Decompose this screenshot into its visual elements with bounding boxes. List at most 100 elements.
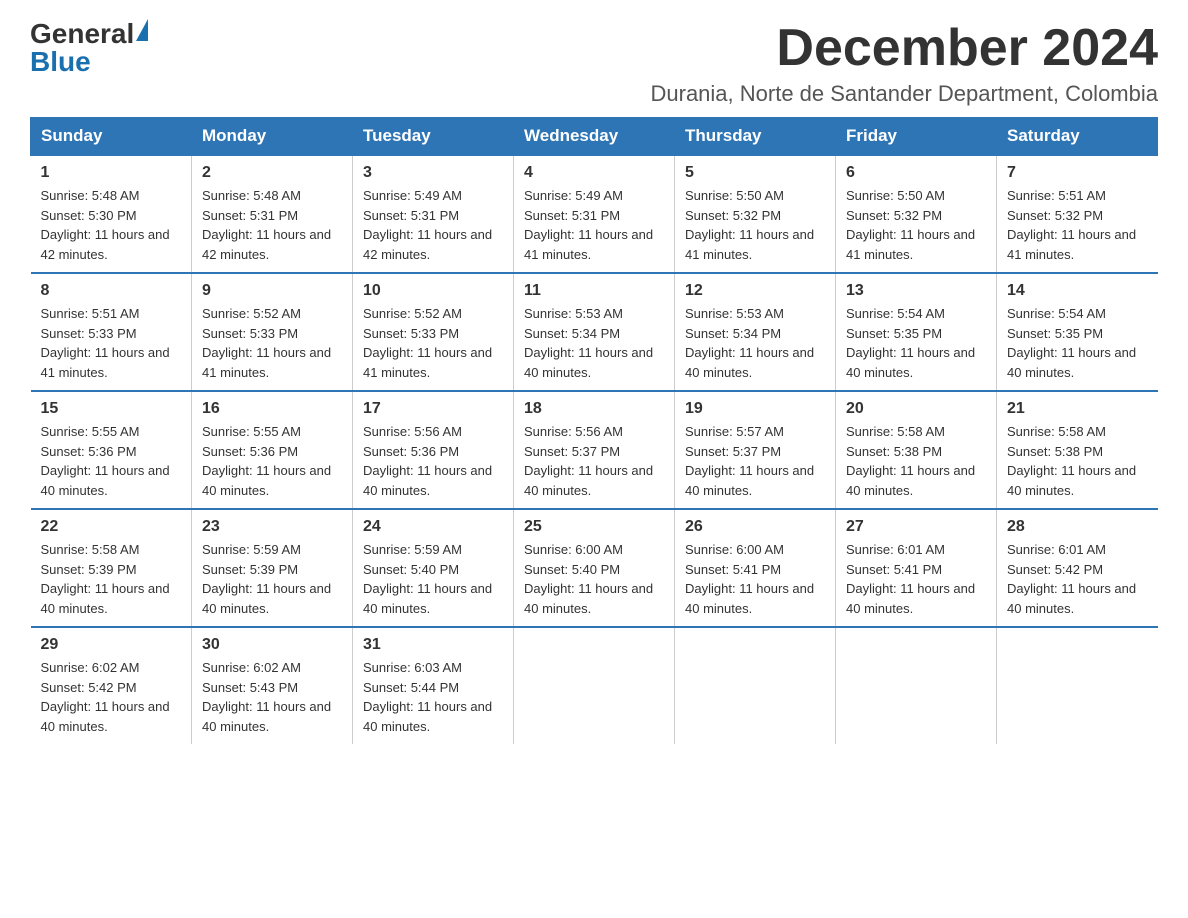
day-header-thursday: Thursday bbox=[675, 118, 836, 156]
day-info: Sunrise: 5:49 AM Sunset: 5:31 PM Dayligh… bbox=[524, 186, 664, 264]
sunset-label: Sunset: 5:30 PM bbox=[41, 208, 137, 223]
calendar-day-cell: 27 Sunrise: 6:01 AM Sunset: 5:41 PM Dayl… bbox=[836, 509, 997, 627]
sunrise-label: Sunrise: 5:59 AM bbox=[202, 542, 301, 557]
sunrise-label: Sunrise: 5:48 AM bbox=[202, 188, 301, 203]
daylight-label: Daylight: 11 hours and 40 minutes. bbox=[41, 581, 170, 616]
day-info: Sunrise: 6:00 AM Sunset: 5:40 PM Dayligh… bbox=[524, 540, 664, 618]
daylight-label: Daylight: 11 hours and 40 minutes. bbox=[685, 581, 814, 616]
daylight-label: Daylight: 11 hours and 40 minutes. bbox=[202, 699, 331, 734]
day-number: 24 bbox=[363, 518, 503, 536]
sunset-label: Sunset: 5:32 PM bbox=[685, 208, 781, 223]
calendar-day-cell: 18 Sunrise: 5:56 AM Sunset: 5:37 PM Dayl… bbox=[514, 391, 675, 509]
calendar-day-cell: 7 Sunrise: 5:51 AM Sunset: 5:32 PM Dayli… bbox=[997, 155, 1158, 273]
calendar-day-cell: 15 Sunrise: 5:55 AM Sunset: 5:36 PM Dayl… bbox=[31, 391, 192, 509]
day-info: Sunrise: 5:48 AM Sunset: 5:31 PM Dayligh… bbox=[202, 186, 342, 264]
day-info: Sunrise: 5:53 AM Sunset: 5:34 PM Dayligh… bbox=[524, 304, 664, 382]
day-info: Sunrise: 5:51 AM Sunset: 5:33 PM Dayligh… bbox=[41, 304, 182, 382]
calendar-day-cell: 2 Sunrise: 5:48 AM Sunset: 5:31 PM Dayli… bbox=[192, 155, 353, 273]
calendar-day-cell: 16 Sunrise: 5:55 AM Sunset: 5:36 PM Dayl… bbox=[192, 391, 353, 509]
sunrise-label: Sunrise: 5:59 AM bbox=[363, 542, 462, 557]
day-info: Sunrise: 5:52 AM Sunset: 5:33 PM Dayligh… bbox=[363, 304, 503, 382]
day-info: Sunrise: 5:58 AM Sunset: 5:38 PM Dayligh… bbox=[1007, 422, 1148, 500]
sunset-label: Sunset: 5:37 PM bbox=[685, 444, 781, 459]
day-number: 22 bbox=[41, 518, 182, 536]
day-number: 3 bbox=[363, 164, 503, 182]
subtitle: Durania, Norte de Santander Department, … bbox=[651, 81, 1159, 107]
calendar-day-cell: 8 Sunrise: 5:51 AM Sunset: 5:33 PM Dayli… bbox=[31, 273, 192, 391]
daylight-label: Daylight: 11 hours and 40 minutes. bbox=[685, 345, 814, 380]
day-info: Sunrise: 6:00 AM Sunset: 5:41 PM Dayligh… bbox=[685, 540, 825, 618]
day-number: 14 bbox=[1007, 282, 1148, 300]
day-info: Sunrise: 5:54 AM Sunset: 5:35 PM Dayligh… bbox=[846, 304, 986, 382]
day-info: Sunrise: 5:58 AM Sunset: 5:39 PM Dayligh… bbox=[41, 540, 182, 618]
daylight-label: Daylight: 11 hours and 40 minutes. bbox=[524, 345, 653, 380]
calendar-day-cell: 13 Sunrise: 5:54 AM Sunset: 5:35 PM Dayl… bbox=[836, 273, 997, 391]
calendar-day-cell: 4 Sunrise: 5:49 AM Sunset: 5:31 PM Dayli… bbox=[514, 155, 675, 273]
day-number: 17 bbox=[363, 400, 503, 418]
sunrise-label: Sunrise: 5:58 AM bbox=[1007, 424, 1106, 439]
sunset-label: Sunset: 5:36 PM bbox=[363, 444, 459, 459]
sunrise-label: Sunrise: 6:02 AM bbox=[41, 660, 140, 675]
day-number: 2 bbox=[202, 164, 342, 182]
day-number: 9 bbox=[202, 282, 342, 300]
sunset-label: Sunset: 5:38 PM bbox=[1007, 444, 1103, 459]
daylight-label: Daylight: 11 hours and 40 minutes. bbox=[1007, 463, 1136, 498]
day-header-saturday: Saturday bbox=[997, 118, 1158, 156]
day-number: 12 bbox=[685, 282, 825, 300]
daylight-label: Daylight: 11 hours and 40 minutes. bbox=[1007, 345, 1136, 380]
day-info: Sunrise: 6:02 AM Sunset: 5:42 PM Dayligh… bbox=[41, 658, 182, 736]
sunrise-label: Sunrise: 5:51 AM bbox=[1007, 188, 1106, 203]
calendar-day-cell: 1 Sunrise: 5:48 AM Sunset: 5:30 PM Dayli… bbox=[31, 155, 192, 273]
calendar-day-cell bbox=[997, 627, 1158, 744]
day-info: Sunrise: 5:55 AM Sunset: 5:36 PM Dayligh… bbox=[41, 422, 182, 500]
logo-blue: Blue bbox=[30, 48, 148, 76]
sunset-label: Sunset: 5:32 PM bbox=[1007, 208, 1103, 223]
daylight-label: Daylight: 11 hours and 40 minutes. bbox=[202, 463, 331, 498]
day-number: 21 bbox=[1007, 400, 1148, 418]
sunrise-label: Sunrise: 5:52 AM bbox=[202, 306, 301, 321]
sunrise-label: Sunrise: 6:00 AM bbox=[524, 542, 623, 557]
day-info: Sunrise: 6:03 AM Sunset: 5:44 PM Dayligh… bbox=[363, 658, 503, 736]
day-number: 27 bbox=[846, 518, 986, 536]
calendar-day-cell: 24 Sunrise: 5:59 AM Sunset: 5:40 PM Dayl… bbox=[353, 509, 514, 627]
sunset-label: Sunset: 5:42 PM bbox=[41, 680, 137, 695]
daylight-label: Daylight: 11 hours and 40 minutes. bbox=[685, 463, 814, 498]
day-info: Sunrise: 5:49 AM Sunset: 5:31 PM Dayligh… bbox=[363, 186, 503, 264]
calendar-day-cell: 21 Sunrise: 5:58 AM Sunset: 5:38 PM Dayl… bbox=[997, 391, 1158, 509]
calendar-day-cell: 9 Sunrise: 5:52 AM Sunset: 5:33 PM Dayli… bbox=[192, 273, 353, 391]
day-number: 28 bbox=[1007, 518, 1148, 536]
sunset-label: Sunset: 5:40 PM bbox=[363, 562, 459, 577]
day-number: 19 bbox=[685, 400, 825, 418]
calendar-day-cell: 11 Sunrise: 5:53 AM Sunset: 5:34 PM Dayl… bbox=[514, 273, 675, 391]
day-number: 18 bbox=[524, 400, 664, 418]
sunrise-label: Sunrise: 5:53 AM bbox=[685, 306, 784, 321]
day-info: Sunrise: 5:59 AM Sunset: 5:39 PM Dayligh… bbox=[202, 540, 342, 618]
daylight-label: Daylight: 11 hours and 41 minutes. bbox=[363, 345, 492, 380]
daylight-label: Daylight: 11 hours and 40 minutes. bbox=[363, 699, 492, 734]
calendar-day-cell: 6 Sunrise: 5:50 AM Sunset: 5:32 PM Dayli… bbox=[836, 155, 997, 273]
sunrise-label: Sunrise: 5:58 AM bbox=[41, 542, 140, 557]
day-info: Sunrise: 5:56 AM Sunset: 5:36 PM Dayligh… bbox=[363, 422, 503, 500]
day-info: Sunrise: 5:50 AM Sunset: 5:32 PM Dayligh… bbox=[846, 186, 986, 264]
sunset-label: Sunset: 5:39 PM bbox=[202, 562, 298, 577]
sunset-label: Sunset: 5:31 PM bbox=[524, 208, 620, 223]
sunrise-label: Sunrise: 5:53 AM bbox=[524, 306, 623, 321]
sunset-label: Sunset: 5:44 PM bbox=[363, 680, 459, 695]
day-number: 4 bbox=[524, 164, 664, 182]
day-number: 10 bbox=[363, 282, 503, 300]
calendar-header-row: SundayMondayTuesdayWednesdayThursdayFrid… bbox=[31, 118, 1158, 156]
day-number: 16 bbox=[202, 400, 342, 418]
sunset-label: Sunset: 5:35 PM bbox=[846, 326, 942, 341]
calendar-day-cell: 5 Sunrise: 5:50 AM Sunset: 5:32 PM Dayli… bbox=[675, 155, 836, 273]
sunset-label: Sunset: 5:33 PM bbox=[202, 326, 298, 341]
day-info: Sunrise: 5:59 AM Sunset: 5:40 PM Dayligh… bbox=[363, 540, 503, 618]
daylight-label: Daylight: 11 hours and 40 minutes. bbox=[524, 463, 653, 498]
calendar-day-cell: 22 Sunrise: 5:58 AM Sunset: 5:39 PM Dayl… bbox=[31, 509, 192, 627]
day-info: Sunrise: 5:52 AM Sunset: 5:33 PM Dayligh… bbox=[202, 304, 342, 382]
daylight-label: Daylight: 11 hours and 42 minutes. bbox=[202, 227, 331, 262]
sunrise-label: Sunrise: 5:48 AM bbox=[41, 188, 140, 203]
logo-arrow-icon bbox=[136, 19, 148, 41]
day-info: Sunrise: 5:56 AM Sunset: 5:37 PM Dayligh… bbox=[524, 422, 664, 500]
day-info: Sunrise: 5:50 AM Sunset: 5:32 PM Dayligh… bbox=[685, 186, 825, 264]
daylight-label: Daylight: 11 hours and 40 minutes. bbox=[363, 581, 492, 616]
